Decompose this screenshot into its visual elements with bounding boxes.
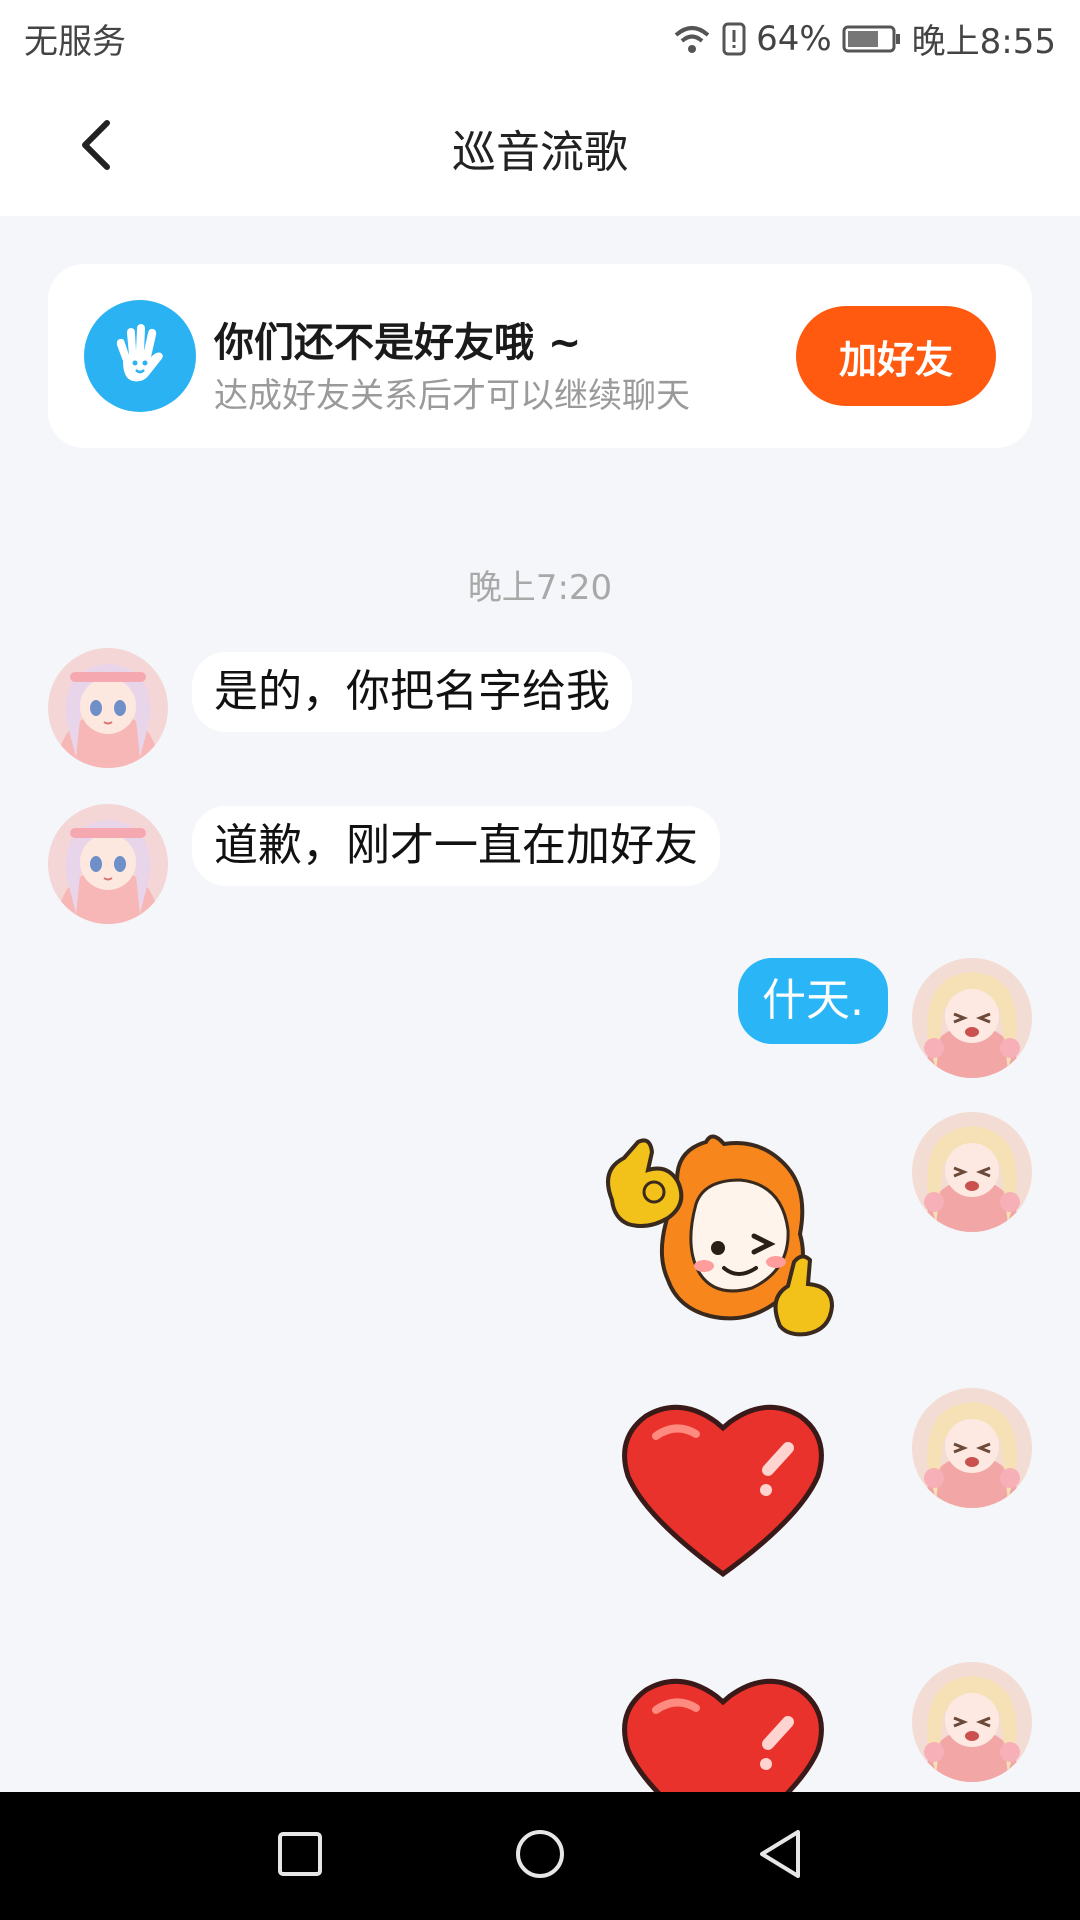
battery-percent: 64% <box>756 18 832 59</box>
friend-notice-title: 你们还不是好友哦 ~ <box>214 320 582 366</box>
friend-notice-card: 你们还不是好友哦 ~ 达成好友关系后才可以继续聊天 加好友 <box>48 264 1032 448</box>
square-icon <box>276 1830 324 1882</box>
add-friend-button[interactable]: 加好友 <box>796 306 996 406</box>
status-bar: 无服务 64% 晚上8:55 <box>0 0 1080 76</box>
contact-avatar[interactable] <box>48 648 168 768</box>
carrier-label: 无服务 <box>24 22 126 62</box>
user-avatar[interactable] <box>912 958 1032 1078</box>
ok-thumbs-up-sticker[interactable] <box>592 1130 852 1350</box>
user-avatar[interactable] <box>912 1662 1032 1782</box>
system-navigation-bar <box>0 1792 1080 1920</box>
triangle-back-icon <box>756 1828 804 1884</box>
clock: 晚上8:55 <box>911 22 1056 62</box>
sim-alert-icon <box>722 22 746 56</box>
user-avatar[interactable] <box>912 1388 1032 1508</box>
home-button[interactable] <box>510 1826 570 1886</box>
contact-avatar[interactable] <box>48 804 168 924</box>
circle-icon <box>514 1828 566 1884</box>
friend-notice-subtitle: 达成好友关系后才可以继续聊天 <box>214 376 690 416</box>
recent-apps-button[interactable] <box>270 1826 330 1886</box>
message-bubble-incoming[interactable]: 是的，你把名字给我 <box>192 652 632 732</box>
message-bubble-outgoing[interactable]: 什天. <box>738 958 888 1044</box>
chat-timestamp: 晚上7:20 <box>467 568 613 608</box>
page-title: 巡音流歌 <box>452 127 628 178</box>
header: 巡音流歌 <box>0 76 1080 216</box>
wave-hand-icon <box>84 300 196 412</box>
heart-sticker[interactable] <box>616 1672 830 1792</box>
back-nav-button[interactable] <box>750 1826 810 1886</box>
battery-icon <box>842 24 902 54</box>
wifi-icon <box>672 23 712 55</box>
status-icons: 64% 晚上8:55 <box>672 14 1056 63</box>
user-avatar[interactable] <box>912 1112 1032 1232</box>
heart-sticker[interactable] <box>616 1398 830 1580</box>
message-bubble-incoming[interactable]: 道歉，刚才一直在加好友 <box>192 806 720 886</box>
